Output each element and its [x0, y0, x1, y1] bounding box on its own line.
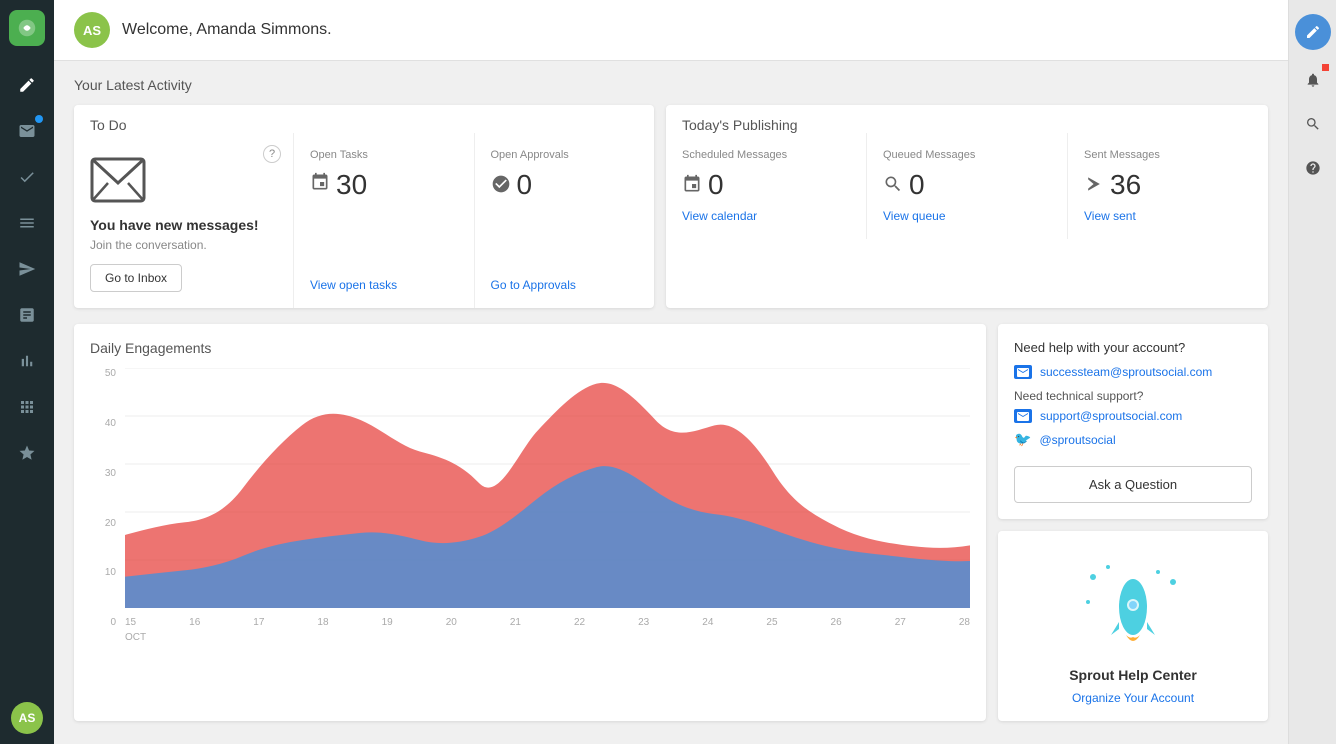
y-label-30: 30: [90, 468, 120, 479]
chart-x-labels: 15 16 17 18 19 20 21 22 23 24 25 26 27 2…: [125, 617, 970, 628]
chart-card: Daily Engagements 0 10 20 30 40 50: [74, 324, 986, 721]
account-help-card: Need help with your account? successteam…: [998, 324, 1268, 519]
queued-number: 0: [883, 169, 1051, 201]
support-email-icon: [1014, 409, 1032, 423]
twitter-handle-link[interactable]: @sproutsocial: [1039, 433, 1115, 447]
open-approvals-label: Open Approvals: [491, 149, 639, 161]
help-center-card: Sprout Help Center Organize Your Account: [998, 531, 1268, 721]
user-avatar[interactable]: AS: [11, 702, 43, 734]
activity-row: To Do ?: [74, 105, 1268, 308]
sidebar-item-publishing[interactable]: [7, 203, 47, 243]
queued-icon: [883, 169, 903, 201]
main-content: AS Welcome, Amanda Simmons. Your Latest …: [54, 0, 1288, 744]
view-sent-link[interactable]: View sent: [1084, 209, 1252, 223]
sidebar-item-send[interactable]: [7, 249, 47, 289]
action-bar: [1288, 0, 1336, 744]
view-open-tasks-link[interactable]: View open tasks: [310, 278, 458, 292]
view-calendar-link[interactable]: View calendar: [682, 209, 850, 223]
sidebar-item-apps[interactable]: [7, 387, 47, 427]
queued-label: Queued Messages: [883, 149, 1051, 161]
inbox-subtitle: Join the conversation.: [90, 238, 207, 252]
view-queue-link[interactable]: View queue: [883, 209, 1051, 223]
welcome-message: Welcome, Amanda Simmons.: [122, 21, 332, 39]
sidebar: AS: [0, 0, 54, 744]
email-icon: [1014, 365, 1032, 379]
open-tasks-icon: [310, 172, 330, 198]
chart-y-labels: 0 10 20 30 40 50: [90, 368, 120, 628]
chart-area: 0 10 20 30 40 50: [90, 368, 970, 628]
search-button[interactable]: [1295, 106, 1331, 142]
notifications-button[interactable]: [1295, 62, 1331, 98]
chart-title: Daily Engagements: [90, 340, 970, 356]
go-to-inbox-button[interactable]: Go to Inbox: [90, 264, 182, 292]
y-label-0: 0: [90, 617, 120, 628]
account-help-title: Need help with your account?: [1014, 340, 1252, 355]
technical-support-title: Need technical support?: [1014, 389, 1252, 403]
support-email-link[interactable]: support@sproutsocial.com: [1040, 409, 1182, 423]
chart-x-sub-label: OCT: [90, 632, 970, 643]
sent-icon: [1084, 169, 1104, 201]
scheduled-icon: [682, 169, 702, 201]
sidebar-item-inbox[interactable]: [7, 111, 47, 151]
open-tasks-number: 30: [310, 169, 458, 201]
publishing-card: Today's Publishing Scheduled Messages 0 …: [666, 105, 1268, 308]
chart-svg: [125, 368, 970, 608]
sidebar-item-tasks[interactable]: [7, 157, 47, 197]
scheduled-label: Scheduled Messages: [682, 149, 850, 161]
header-avatar: AS: [74, 12, 110, 48]
content-area: Your Latest Activity To Do ?: [54, 61, 1288, 737]
sent-number: 36: [1084, 169, 1252, 201]
open-approvals-col: Open Approvals 0 Go to Approvals: [475, 133, 655, 308]
success-email-link[interactable]: successteam@sproutsocial.com: [1040, 365, 1212, 379]
help-center-title: Sprout Help Center: [1069, 667, 1197, 683]
support-email-row: support@sproutsocial.com: [1014, 409, 1252, 423]
sent-label: Sent Messages: [1084, 149, 1252, 161]
inbox-badge: [35, 115, 43, 123]
section-title: Your Latest Activity: [74, 77, 1268, 93]
bottom-row: Daily Engagements 0 10 20 30 40 50: [74, 324, 1268, 721]
sent-col: Sent Messages 36 View sent: [1068, 133, 1268, 239]
organize-account-link[interactable]: Organize Your Account: [1072, 691, 1194, 705]
open-tasks-col: Open Tasks 30 View open tasks: [294, 133, 475, 308]
queued-col: Queued Messages 0 View queue: [867, 133, 1068, 239]
open-tasks-label: Open Tasks: [310, 149, 458, 161]
todo-inner: ? You have new messages! Join the conve: [74, 133, 654, 308]
y-label-20: 20: [90, 518, 120, 529]
help-icon[interactable]: ?: [263, 145, 281, 163]
sidebar-item-reports[interactable]: [7, 341, 47, 381]
todo-card-title: To Do: [74, 105, 654, 133]
todo-card: To Do ?: [74, 105, 654, 308]
compose-button[interactable]: [1295, 14, 1331, 50]
inbox-envelope-icon: [90, 157, 146, 208]
rocket-illustration: [1073, 547, 1193, 657]
inbox-new-messages-title: You have new messages!: [90, 216, 259, 234]
sidebar-logo[interactable]: [9, 10, 45, 46]
scheduled-col: Scheduled Messages 0 View calendar: [666, 133, 867, 239]
open-approvals-icon: [491, 169, 511, 201]
open-approvals-number: 0: [491, 169, 639, 201]
ask-question-button[interactable]: Ask a Question: [1014, 466, 1252, 503]
success-email-row: successteam@sproutsocial.com: [1014, 365, 1252, 379]
todo-inbox: ? You have new messages! Join the conve: [74, 133, 294, 308]
go-to-approvals-link[interactable]: Go to Approvals: [491, 278, 639, 292]
publishing-inner: Scheduled Messages 0 View calendar Queue…: [666, 133, 1268, 239]
y-label-40: 40: [90, 418, 120, 429]
twitter-row: 🐦 @sproutsocial: [1014, 431, 1252, 448]
scheduled-number: 0: [682, 169, 850, 201]
header: AS Welcome, Amanda Simmons.: [54, 0, 1288, 61]
publishing-card-title: Today's Publishing: [666, 105, 1268, 133]
twitter-icon: 🐦: [1014, 431, 1031, 448]
sidebar-item-analytics[interactable]: [7, 295, 47, 335]
y-label-10: 10: [90, 567, 120, 578]
help-panel: Need help with your account? successteam…: [998, 324, 1268, 721]
y-label-50: 50: [90, 368, 120, 379]
help-button[interactable]: [1295, 150, 1331, 186]
sidebar-item-favorites[interactable]: [7, 433, 47, 473]
sidebar-item-compose[interactable]: [7, 65, 47, 105]
notification-badge: [1322, 64, 1329, 71]
